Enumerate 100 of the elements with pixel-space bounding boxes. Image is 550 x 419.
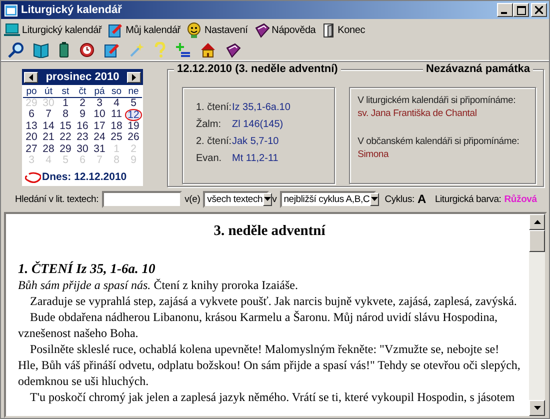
cycle-dropdown[interactable]: nejbližší cyklus A,B,C	[280, 190, 376, 208]
calendar-day[interactable]: 3	[91, 98, 108, 109]
vertical-scrollbar[interactable]	[529, 214, 545, 416]
reading-verse: Posilněte skleslé ruce, ochablá kolena upevněte! Malomyslným řekněte: "Vzmužte se, nebojte se!	[29, 341, 500, 357]
reading-verse: Bude obdařena nádherou Libanonu, krásou Karmelu a Šaronu. Můj národ uvidí slávu Hospodina, vznešenost našeho Boha.	[18, 309, 499, 341]
book-button[interactable]	[32, 41, 50, 59]
weekday-label: ne	[125, 86, 142, 98]
weekday-label: pá	[91, 86, 108, 98]
commemoration-heading: V občanském kalendáři si připomínáme:	[358, 136, 520, 147]
left-arrow-icon	[29, 74, 33, 80]
calendar-icon	[4, 3, 18, 17]
calendar-day[interactable]: 17	[91, 120, 108, 132]
maximize-icon	[516, 6, 526, 14]
liturgical-color-label: Liturgická barva:	[434, 194, 502, 204]
battery-icon	[58, 42, 70, 58]
calendar-day[interactable]: 14	[40, 120, 57, 132]
calendar-day[interactable]: 10	[91, 109, 108, 120]
notepad-icon	[108, 22, 124, 38]
calendar-day[interactable]: 4	[108, 98, 125, 109]
calendar-day[interactable]: 1	[57, 98, 74, 109]
calendar-day[interactable]: 2	[74, 98, 91, 109]
calendar-day[interactable]: 12	[125, 109, 142, 120]
clock-icon	[79, 42, 95, 58]
calendar-day[interactable]: 29	[57, 144, 74, 155]
dropdown-arrow-icon	[264, 197, 271, 201]
menu-item[interactable]: Konec	[322, 22, 366, 38]
door-icon	[322, 22, 336, 38]
calendar-day[interactable]: 20	[23, 132, 40, 144]
window-title: Liturgický kalendář	[21, 4, 122, 16]
reading-link[interactable]: Iz 35,1-6a.10	[232, 102, 290, 113]
scrollbar-thumb[interactable]	[529, 230, 545, 252]
reading-link[interactable]: Mt 11,2-11	[232, 153, 278, 164]
calendar-day[interactable]: 28	[40, 144, 57, 155]
right-arrow-icon	[132, 74, 136, 80]
calendar-day[interactable]: 25	[108, 132, 125, 144]
weekday-label: so	[108, 86, 125, 98]
clock-button[interactable]	[78, 41, 96, 59]
weekday-label: po	[23, 86, 40, 98]
calendar-day[interactable]: 27	[23, 144, 40, 155]
calendar-day[interactable]: 13	[23, 120, 40, 132]
calendar-day[interactable]: 16	[74, 120, 91, 132]
notepad-button[interactable]	[103, 41, 121, 59]
reading-label: Žalm:	[196, 119, 222, 130]
reading-summary: Bůh sám přijde a spasí nás. Čtení z knihy proroka Izaiáše.	[18, 277, 299, 293]
month-title: prosinec 2010	[46, 71, 120, 83]
next-month-button[interactable]	[127, 72, 141, 82]
question-mark-icon	[154, 42, 166, 58]
celebration-rank: Nezávazná památka	[423, 63, 533, 75]
reading-label: 1. čtení:	[196, 102, 232, 113]
reading-verse: T'u poskočí chromý jak jelen a zaplesá jazyk němého. Vrátí se ti, které vykoupil Hospodin, s jásotem	[29, 389, 516, 405]
calendar-day[interactable]: 19	[125, 120, 142, 132]
today-link[interactable]: Dnes: 12.12.2010	[42, 171, 127, 183]
calendar-day[interactable]: 7	[40, 109, 57, 120]
liturgical-color-value: Růžová	[504, 194, 537, 204]
menu-item[interactable]: Můj kalendář	[108, 22, 180, 38]
close-button[interactable]	[531, 3, 547, 17]
reading-link[interactable]: Zl 146(145)	[232, 119, 284, 130]
maximize-button[interactable]	[513, 3, 529, 17]
calendar-day[interactable]: 21	[40, 132, 57, 144]
scroll-up-icon	[534, 220, 540, 224]
calendar-day[interactable]: 5	[125, 98, 142, 109]
calendar-day[interactable]: 30	[74, 144, 91, 155]
cycle-in-label: v	[272, 194, 277, 204]
reading-verse: Hle, Bůh váš přináší odvetu, odplatu božskou! On sám přijde a spasí vás!" Tehdy se otevřou oči slepých, odemknou se uši hluchých.	[18, 357, 521, 389]
commemoration-heading: V liturgickém kalendáři si připomínáme:	[358, 95, 517, 106]
reading-heading: 3. neděle adventní	[212, 223, 326, 239]
search-field[interactable]	[102, 190, 182, 208]
dropdown-arrow-icon	[370, 197, 378, 201]
reading-link[interactable]: Jak 5,7-10	[232, 136, 279, 147]
calendar-day[interactable]: 24	[91, 132, 108, 144]
text-scope-dropdown[interactable]: všech textech	[203, 190, 270, 208]
battery-button[interactable]	[57, 41, 71, 59]
calendar-day[interactable]: 18	[108, 120, 125, 132]
weekday-label: st	[57, 86, 74, 98]
cycle-label: Cyklus:	[384, 194, 414, 204]
calendar-day[interactable]: 6	[23, 109, 40, 120]
menu-item[interactable]: Liturgický kalendář	[4, 22, 102, 38]
home-button[interactable]	[199, 41, 217, 59]
minimize-button[interactable]	[497, 3, 513, 17]
calendar-day[interactable]: 26	[125, 132, 142, 144]
scroll-down-icon	[534, 406, 540, 410]
calendar-day[interactable]: 22	[57, 132, 74, 144]
calendar-day[interactable]: 9	[74, 109, 91, 120]
add-button[interactable]	[174, 41, 192, 59]
calendar-day[interactable]: 31	[91, 144, 108, 155]
house-icon	[200, 42, 216, 58]
magic-wand-icon	[129, 42, 145, 58]
calendar-day[interactable]: 8	[57, 109, 74, 120]
weekday-label: čt	[74, 86, 91, 98]
reading-label: Evan.	[196, 153, 223, 164]
close-icon	[535, 6, 543, 14]
face-icon	[186, 22, 202, 38]
calendar-day[interactable]: 23	[74, 132, 91, 144]
calendar-day[interactable]: 11	[108, 109, 125, 120]
calendar-day[interactable]: 15	[57, 120, 74, 132]
search-in-label: v(e)	[184, 194, 200, 204]
search-button[interactable]	[7, 41, 25, 59]
previous-month-button[interactable]	[24, 72, 38, 82]
menu-item[interactable]: Nastavení	[186, 21, 248, 39]
menu-item[interactable]: Nápověda	[254, 22, 316, 38]
